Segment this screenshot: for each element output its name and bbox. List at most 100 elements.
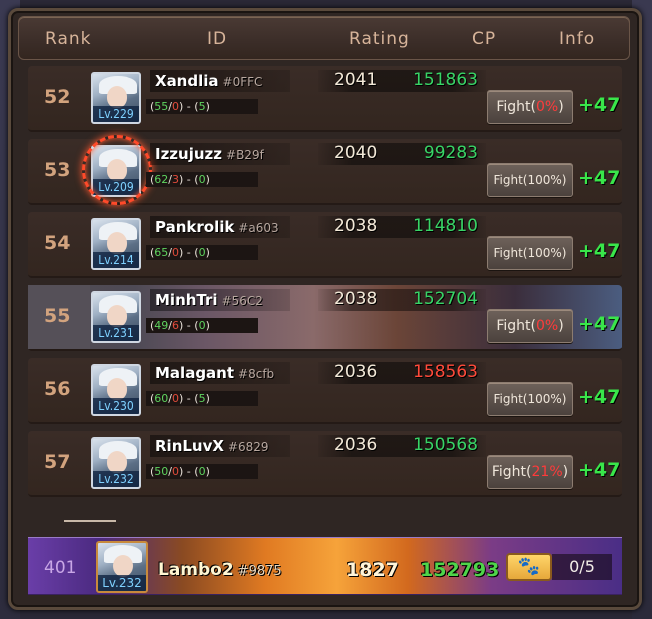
player-name[interactable]: RinLuvX #6829 xyxy=(155,437,269,455)
record-extra: 0 xyxy=(198,465,206,478)
player-name-text: RinLuvX xyxy=(155,437,224,455)
player-level: Lv.232 xyxy=(93,471,139,487)
record-losses: 0 xyxy=(172,100,180,113)
my-cp: 152793 xyxy=(420,559,500,581)
player-name-text: Pankrolik xyxy=(155,218,235,236)
player-rating: 2036 xyxy=(334,362,378,382)
record-losses: 0 xyxy=(172,392,180,405)
rank-cell: 55 xyxy=(28,285,90,349)
fight-label: Fight( xyxy=(493,246,528,260)
player-name[interactable]: Malagant #8cfb xyxy=(155,364,274,382)
record-wins: 55 xyxy=(154,100,169,113)
player-avatar[interactable]: Lv.229 xyxy=(91,72,141,124)
rank-number: 54 xyxy=(44,232,71,254)
fight-percent: 21% xyxy=(531,464,563,480)
ranking-row[interactable]: 55 Lv.231 MinhTri #56C2 (49/6) - (0) 2038… xyxy=(28,285,622,351)
my-avatar[interactable]: Lv.232 xyxy=(96,541,148,593)
rank-number: 52 xyxy=(44,86,71,108)
fight-button[interactable]: Fight(0%) xyxy=(487,90,573,124)
player-tag: #6829 xyxy=(227,440,269,454)
ranking-row[interactable]: 52 Lv.229 Xandlia #0FFC (55/0) - (5) 2041… xyxy=(28,66,622,132)
player-rating: 2038 xyxy=(334,216,378,236)
record-wins: 60 xyxy=(154,392,169,405)
player-level: Lv.229 xyxy=(93,106,139,122)
player-rating: 2036 xyxy=(334,435,378,455)
player-cp: 99283 xyxy=(423,143,478,163)
my-rank: 401 xyxy=(44,558,77,578)
player-tag: #8cfb xyxy=(238,367,275,381)
my-rating: 1827 xyxy=(346,559,399,581)
rank-cell: 57 xyxy=(28,431,90,495)
player-record: (49/6) - (0) xyxy=(146,318,258,333)
fight-label-end: ) xyxy=(558,318,564,334)
fight-label-end: ) xyxy=(558,99,564,115)
my-name: Lambo2 #9875 xyxy=(158,560,282,580)
list-separator xyxy=(64,520,116,522)
record-extra: 5 xyxy=(198,392,206,405)
record-losses: 0 xyxy=(172,246,180,259)
player-rating: 2041 xyxy=(334,70,378,90)
ranking-row[interactable]: 54 Lv.214 Pankrolik #a603 (65/0) - (0) 20… xyxy=(28,212,622,278)
player-avatar[interactable]: Lv.231 xyxy=(91,291,141,343)
my-tag: #9875 xyxy=(237,564,282,579)
fight-button[interactable]: Fight(100%) xyxy=(487,382,573,416)
record-extra: 5 xyxy=(198,100,206,113)
rating-gain: +47 xyxy=(578,313,621,335)
fight-percent: 100% xyxy=(527,246,562,260)
record-losses: 0 xyxy=(172,465,180,478)
record-extra: 0 xyxy=(198,173,206,186)
player-record: (65/0) - (0) xyxy=(146,245,258,260)
player-record: (62/3) - (0) xyxy=(146,172,258,187)
player-cp: 152704 xyxy=(413,289,478,309)
fight-button[interactable]: Fight(0%) xyxy=(487,309,573,343)
fight-label-end: ) xyxy=(561,246,567,260)
ranking-row[interactable]: 56 Lv.230 Malagant #8cfb (60/0) - (5) 203… xyxy=(28,358,622,424)
fight-label: Fight( xyxy=(496,318,536,334)
rank-cell: 56 xyxy=(28,358,90,422)
record-wins: 49 xyxy=(154,319,169,332)
player-avatar[interactable]: Lv.230 xyxy=(91,364,141,416)
fight-button[interactable]: Fight(21%) xyxy=(487,455,573,489)
player-record: (50/0) - (0) xyxy=(146,464,258,479)
player-avatar[interactable]: Lv.232 xyxy=(91,437,141,489)
player-name[interactable]: Xandlia #0FFC xyxy=(155,72,262,90)
player-level: Lv.214 xyxy=(93,252,139,268)
ranking-row[interactable]: 57 Lv.232 RinLuvX #6829 (50/0) - (0) 2036… xyxy=(28,431,622,497)
player-cp: 158563 xyxy=(413,362,478,382)
record-losses: 3 xyxy=(172,173,180,186)
player-name[interactable]: Izzujuzz #B29f xyxy=(155,145,264,163)
fight-label: Fight( xyxy=(496,99,536,115)
rating-gain: +47 xyxy=(578,167,621,189)
rank-number: 53 xyxy=(44,159,71,181)
player-tag: #0FFC xyxy=(222,75,263,89)
paw-ticket-icon[interactable]: 🐾 xyxy=(506,553,552,581)
player-name-text: MinhTri xyxy=(155,291,218,309)
rank-number: 57 xyxy=(44,451,71,473)
fight-button[interactable]: Fight(100%) xyxy=(487,163,573,197)
player-avatar[interactable]: Lv.214 xyxy=(91,218,141,270)
rank-number: 55 xyxy=(44,305,71,327)
player-name-text: Izzujuzz xyxy=(155,145,223,163)
ranking-row[interactable]: 53 Lv.209 Izzujuzz #B29f (62/3) - (0) 204… xyxy=(28,135,622,205)
fight-percent: 0% xyxy=(535,318,559,334)
player-name-text: Xandlia xyxy=(155,72,219,90)
ranking-list[interactable]: 52 Lv.229 Xandlia #0FFC (55/0) - (5) 2041… xyxy=(28,66,622,526)
fight-label: Fight( xyxy=(493,173,528,187)
rating-gain: +47 xyxy=(578,386,621,408)
highlight-ring-icon xyxy=(82,135,152,205)
player-name[interactable]: MinhTri #56C2 xyxy=(155,291,263,309)
fight-label-end: ) xyxy=(561,392,567,406)
rank-cell: 54 xyxy=(28,212,90,276)
fight-button[interactable]: Fight(100%) xyxy=(487,236,573,270)
player-record: (55/0) - (5) xyxy=(146,99,258,114)
my-level: Lv.232 xyxy=(98,575,146,591)
record-wins: 65 xyxy=(154,246,169,259)
rating-gain: +47 xyxy=(578,459,621,481)
fight-percent: 100% xyxy=(527,173,562,187)
header-rating: Rating xyxy=(349,29,410,49)
player-cp: 114810 xyxy=(413,216,478,236)
rating-gain: +47 xyxy=(578,94,621,116)
header-rank: Rank xyxy=(45,29,92,49)
player-cp: 151863 xyxy=(413,70,478,90)
player-name[interactable]: Pankrolik #a603 xyxy=(155,218,279,236)
